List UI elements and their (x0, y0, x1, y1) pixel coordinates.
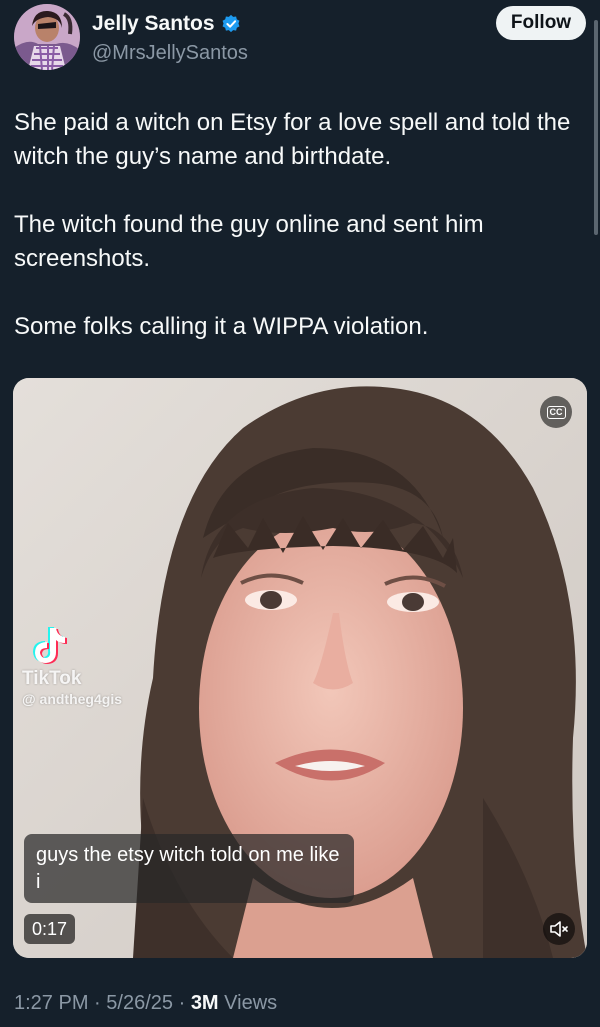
video-caption: guys the etsy witch told on me like i (24, 834, 354, 903)
avatar[interactable] (14, 4, 80, 70)
meta-separator: · (178, 992, 186, 1014)
follow-button[interactable]: Follow (496, 6, 586, 40)
views-label: Views (224, 992, 278, 1014)
meta-separator: · (94, 992, 101, 1014)
cc-label: CC (546, 405, 566, 419)
post-header: Jelly Santos @MrsJellySantos Follow (14, 4, 586, 74)
speaker-muted-icon (550, 921, 568, 937)
post-paragraph: Some folks calling it a WIPPA violation. (14, 313, 429, 340)
name-row: Jelly Santos (92, 12, 241, 36)
views-count: 3M (190, 992, 219, 1014)
tiktok-brand: TikTok (22, 668, 82, 689)
verified-badge-icon (222, 14, 240, 33)
tiktok-logo-icon (33, 627, 67, 664)
tiktok-handle: @ andtheg4gis (22, 691, 122, 707)
post-text: She paid a witch on Etsy for a love spel… (14, 106, 586, 344)
scrollbar[interactable] (594, 20, 598, 235)
post-paragraph: The witch found the guy online and sent … (14, 211, 484, 272)
post-meta: 1:27 PM · 5/26/25 · 3M Views (14, 992, 277, 1015)
post-time[interactable]: 1:27 PM (14, 992, 88, 1014)
post-date[interactable]: 5/26/25 (106, 992, 173, 1014)
captions-button[interactable]: CC (540, 396, 572, 428)
avatar-image (14, 4, 80, 70)
display-name[interactable]: Jelly Santos (92, 12, 215, 36)
tiktok-watermark: TikTok @ andtheg4gis (22, 624, 122, 707)
post-paragraph: She paid a witch on Etsy for a love spel… (14, 109, 571, 170)
user-handle[interactable]: @MrsJellySantos (92, 42, 248, 65)
video-duration: 0:17 (24, 914, 76, 944)
video-player[interactable]: CC TikTok @ andtheg4gis guys the etsy wi… (13, 378, 587, 958)
mute-button[interactable] (543, 913, 575, 945)
